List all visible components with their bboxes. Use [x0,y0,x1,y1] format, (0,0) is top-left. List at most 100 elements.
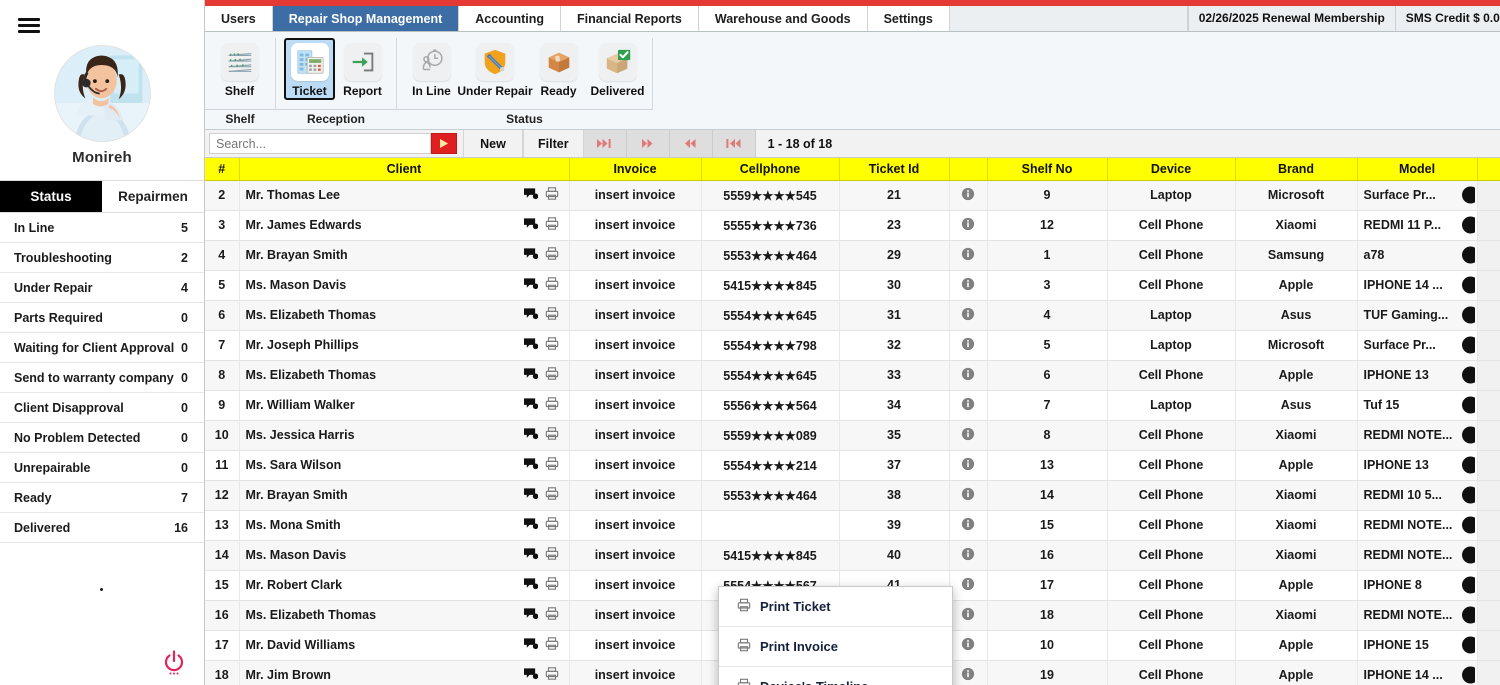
cell-client[interactable]: Mr. William Walker [239,390,570,421]
table-row[interactable]: 13 Ms. Mona Smith insert invoice 39 15 Cell P… [205,510,1500,541]
chat-icon[interactable] [523,487,538,503]
chat-icon[interactable] [523,217,538,233]
info-icon[interactable] [949,330,988,361]
cell-client[interactable]: Ms. Elizabeth Thomas [239,300,570,331]
status-item-delivered[interactable]: Delivered 16 [0,513,204,543]
new-button[interactable]: New [463,130,523,157]
info-icon[interactable] [949,600,988,631]
chat-icon[interactable] [523,577,538,593]
status-item-troubleshooting[interactable]: Troubleshooting 2 [0,243,204,273]
info-icon[interactable] [949,450,988,481]
chat-icon[interactable] [523,457,538,473]
cell-invoice[interactable]: insert invoice [569,390,702,421]
table-row[interactable]: 7 Mr. Joseph Phillips insert invoice 5554★★… [205,330,1500,361]
cell-client[interactable]: Mr. David Williams [239,630,570,661]
print-icon[interactable] [545,637,559,654]
ribbon-button-delivered[interactable]: Delivered [590,38,645,100]
cell-client[interactable]: Ms. Elizabeth Thomas [239,600,570,631]
context-menu-item-print-invoice[interactable]: Print Invoice [719,627,952,667]
cell-invoice[interactable]: insert invoice [569,270,702,301]
context-menu[interactable]: Print Ticket Print Invoice Device's Timeli… [718,586,953,685]
status-item-in-line[interactable]: In Line 5 [0,213,204,243]
filter-button[interactable]: Filter [523,130,584,157]
info-icon[interactable] [949,420,988,451]
table-row[interactable]: 12 Mr. Brayan Smith insert invoice 5553★★★★… [205,480,1500,511]
status-item-no-problem-detected[interactable]: No Problem Detected 0 [0,423,204,453]
menu-tab-settings[interactable]: Settings [867,6,950,31]
chat-icon[interactable] [523,307,538,323]
cell-client[interactable]: Ms. Mona Smith [239,510,570,541]
cell-invoice[interactable]: insert invoice [569,360,702,391]
sidebar-tab-status[interactable]: Status [0,181,102,213]
info-icon[interactable] [949,660,988,685]
column-header-brand[interactable]: Brand [1235,158,1358,181]
cell-invoice[interactable]: insert invoice [569,420,702,451]
status-item-unrepairable[interactable]: Unrepairable 0 [0,453,204,483]
ribbon-button-shelf[interactable]: Shelf [213,38,266,100]
status-item-waiting-for-client-approval[interactable]: Waiting for Client Approval 0 [0,333,204,363]
cell-invoice[interactable]: insert invoice [569,570,702,601]
cell-invoice[interactable]: insert invoice [569,210,702,241]
column-header-device[interactable]: Device [1107,158,1236,181]
menu-tab-accounting[interactable]: Accounting [459,6,561,31]
cell-invoice[interactable]: insert invoice [569,660,702,685]
column-header-client[interactable]: Client [239,158,570,181]
info-icon[interactable] [949,390,988,421]
cell-invoice[interactable]: insert invoice [569,630,702,661]
cell-invoice[interactable]: insert invoice [569,240,702,271]
table-row[interactable]: 9 Mr. William Walker insert invoice 5556★★★… [205,390,1500,421]
table-row[interactable]: 5 Ms. Mason Davis insert invoice 5415★★★★84… [205,270,1500,301]
info-icon[interactable] [949,480,988,511]
print-icon[interactable] [545,667,559,684]
ribbon-button-under-repair[interactable]: Under Repair [457,38,533,100]
table-row[interactable]: 10 Ms. Jessica Harris insert invoice 5559★★… [205,420,1500,451]
first-page-button[interactable] [712,130,756,157]
info-icon[interactable] [949,300,988,331]
cell-invoice[interactable]: insert invoice [569,480,702,511]
chat-icon[interactable] [523,277,538,293]
menu-tab-warehouse-and-goods[interactable]: Warehouse and Goods [698,6,868,31]
last-page-button[interactable] [583,130,627,157]
cell-client[interactable]: Ms. Mason Davis [239,540,570,571]
table-row[interactable]: 3 Mr. James Edwards insert invoice 5555★★★★… [205,210,1500,241]
print-icon[interactable] [545,307,559,324]
search-go-button[interactable] [431,133,457,154]
cell-client[interactable]: Mr. Joseph Phillips [239,330,570,361]
cell-client[interactable]: Mr. Thomas Lee [239,180,570,211]
info-icon[interactable] [949,270,988,301]
table-row[interactable]: 11 Ms. Sara Wilson insert invoice 5554★★★★2… [205,450,1500,481]
info-icon[interactable] [949,510,988,541]
menu-tab-financial-reports[interactable]: Financial Reports [561,6,699,31]
info-icon[interactable] [949,540,988,571]
column-header-num[interactable]: # [205,158,240,181]
avatar[interactable] [54,46,150,141]
ribbon-button-ready[interactable]: Ready [532,38,585,100]
print-icon[interactable] [545,607,559,624]
cell-invoice[interactable]: insert invoice [569,450,702,481]
print-icon[interactable] [545,277,559,294]
table-row[interactable]: 2 Mr. Thomas Lee insert invoice 5559★★★★545… [205,180,1500,211]
column-header-shelf-no[interactable]: Shelf No [987,158,1108,181]
table-row[interactable]: 8 Ms. Elizabeth Thomas insert invoice 5554★… [205,360,1500,391]
chat-icon[interactable] [523,397,538,413]
table-row[interactable]: 6 Ms. Elizabeth Thomas insert invoice 5554★… [205,300,1500,331]
ribbon-button-ticket[interactable]: Ticket [284,38,335,100]
table-row[interactable]: 14 Ms. Mason Davis insert invoice 5415★★★★8… [205,540,1500,571]
chat-icon[interactable] [523,367,538,383]
cell-invoice[interactable]: insert invoice [569,180,702,211]
chat-icon[interactable] [523,517,538,533]
cell-invoice[interactable]: insert invoice [569,600,702,631]
print-icon[interactable] [545,487,559,504]
table-row[interactable]: 4 Mr. Brayan Smith insert invoice 5553★★★★4… [205,240,1500,271]
ribbon-button-in-line[interactable]: In Line [405,38,458,100]
print-icon[interactable] [545,547,559,564]
hamburger-icon[interactable] [18,18,40,34]
context-menu-item-print-ticket[interactable]: Print Ticket [719,587,952,627]
column-header-ticket-id[interactable]: Ticket Id [839,158,950,181]
cell-client[interactable]: Mr. James Edwards [239,210,570,241]
chat-icon[interactable] [523,637,538,653]
chat-icon[interactable] [523,607,538,623]
chat-icon[interactable] [523,247,538,263]
menu-tab-repair-shop-management[interactable]: Repair Shop Management [272,6,460,31]
status-item-client-disapproval[interactable]: Client Disapproval 0 [0,393,204,423]
